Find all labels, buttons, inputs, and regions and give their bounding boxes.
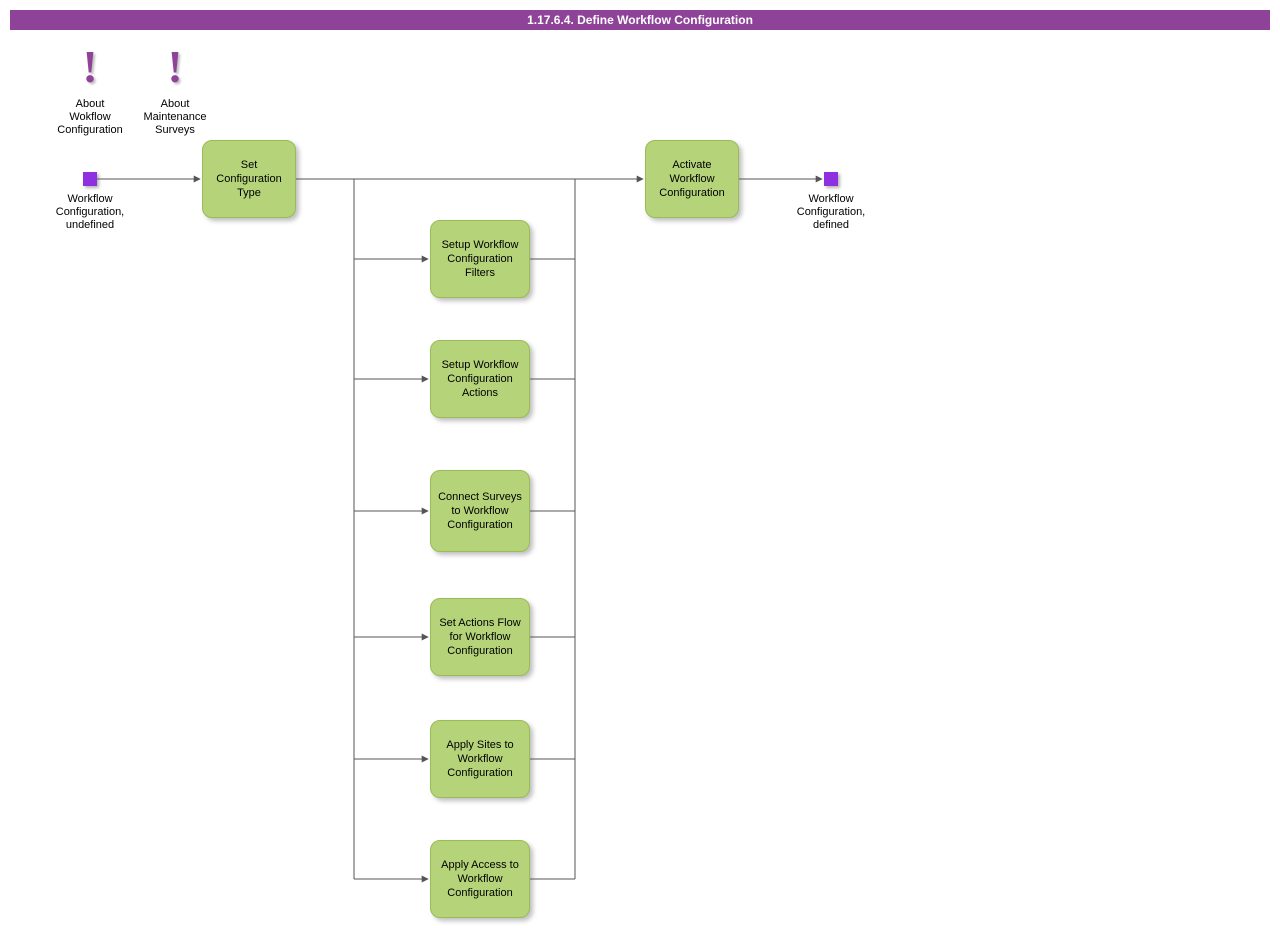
- note-line: Wokflow: [55, 111, 125, 124]
- note-about-maintenance-surveys: ! About Maintenance Surveys: [136, 50, 214, 137]
- note-line: Surveys: [136, 124, 214, 137]
- exclamation-icon: !: [55, 50, 125, 84]
- label-line: Workflow: [791, 193, 871, 206]
- box-connect-surveys: Connect Surveys to Workflow Configuratio…: [430, 470, 530, 552]
- label-line: Configuration,: [791, 206, 871, 219]
- connector-lines: [0, 0, 1280, 930]
- label-line: Configuration,: [50, 206, 130, 219]
- note-line: Configuration: [55, 124, 125, 137]
- note-line: About: [136, 98, 214, 111]
- box-apply-access: Apply Access to Workflow Configuration: [430, 840, 530, 918]
- box-apply-sites: Apply Sites to Workflow Configuration: [430, 720, 530, 798]
- terminal-start: [83, 172, 97, 186]
- note-about-workflow-config: ! About Wokflow Configuration: [55, 50, 125, 137]
- box-set-configuration-type: Set Configuration Type: [202, 140, 296, 218]
- exclamation-icon: !: [136, 50, 214, 84]
- label-line: defined: [791, 219, 871, 232]
- box-set-actions-flow: Set Actions Flow for Workflow Configurat…: [430, 598, 530, 676]
- terminal-start-label: Workflow Configuration, undefined: [50, 193, 130, 232]
- box-setup-actions: Setup Workflow Configuration Actions: [430, 340, 530, 418]
- box-activate-config: Activate Workflow Configuration: [645, 140, 739, 218]
- label-line: undefined: [50, 219, 130, 232]
- label-line: Workflow: [50, 193, 130, 206]
- box-setup-filters: Setup Workflow Configuration Filters: [430, 220, 530, 298]
- note-line: About: [55, 98, 125, 111]
- terminal-end: [824, 172, 838, 186]
- note-line: Maintenance: [136, 111, 214, 124]
- terminal-end-label: Workflow Configuration, defined: [791, 193, 871, 232]
- page-title: 1.17.6.4. Define Workflow Configuration: [10, 10, 1270, 30]
